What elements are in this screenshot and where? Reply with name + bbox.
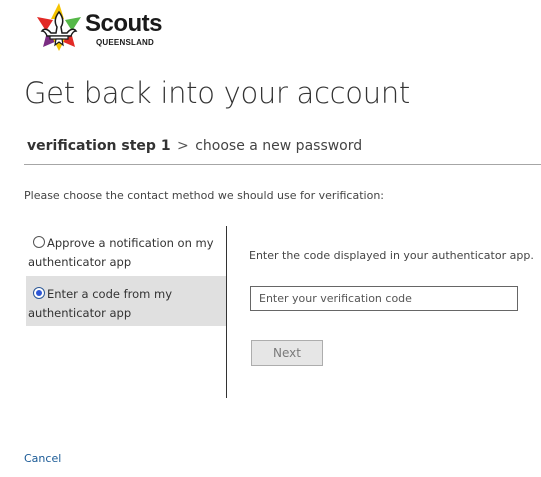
method-instruction: Please choose the contact method we shou… [24,189,384,202]
method-option-label: Approve a notification on my authenticat… [28,236,214,269]
method-option-approve-notification[interactable]: Approve a notification on my authenticat… [26,226,226,276]
method-option-label: Enter a code from my authenticator app [28,287,173,320]
logo-wordmark: Scouts [85,10,163,37]
page: Scouts QUEENSLAND Get back into your acc… [0,0,541,477]
breadcrumb: verification step 1 > choose a new passw… [27,136,362,156]
logo-region: QUEENSLAND [96,38,155,47]
divider [24,164,541,165]
page-title: Get back into your account [24,76,410,110]
verification-code-input[interactable] [250,286,518,311]
scouts-logo: Scouts QUEENSLAND [31,3,171,53]
panel-separator [226,226,227,398]
method-option-enter-code[interactable]: Enter a code from my authenticator app [26,276,226,326]
breadcrumb-current-step: verification step 1 [27,138,171,154]
cancel-link[interactable]: Cancel [24,451,61,467]
radio-button-icon[interactable] [33,236,45,248]
verification-method-list: Approve a notification on my authenticat… [26,226,226,326]
code-instruction: Enter the code displayed in your authent… [249,249,534,262]
next-button[interactable]: Next [251,340,323,366]
fleur-de-lis-icon [37,3,81,51]
breadcrumb-separator: > [177,138,189,154]
breadcrumb-next-step: choose a new password [195,138,363,154]
radio-button-selected-icon[interactable] [33,287,45,299]
